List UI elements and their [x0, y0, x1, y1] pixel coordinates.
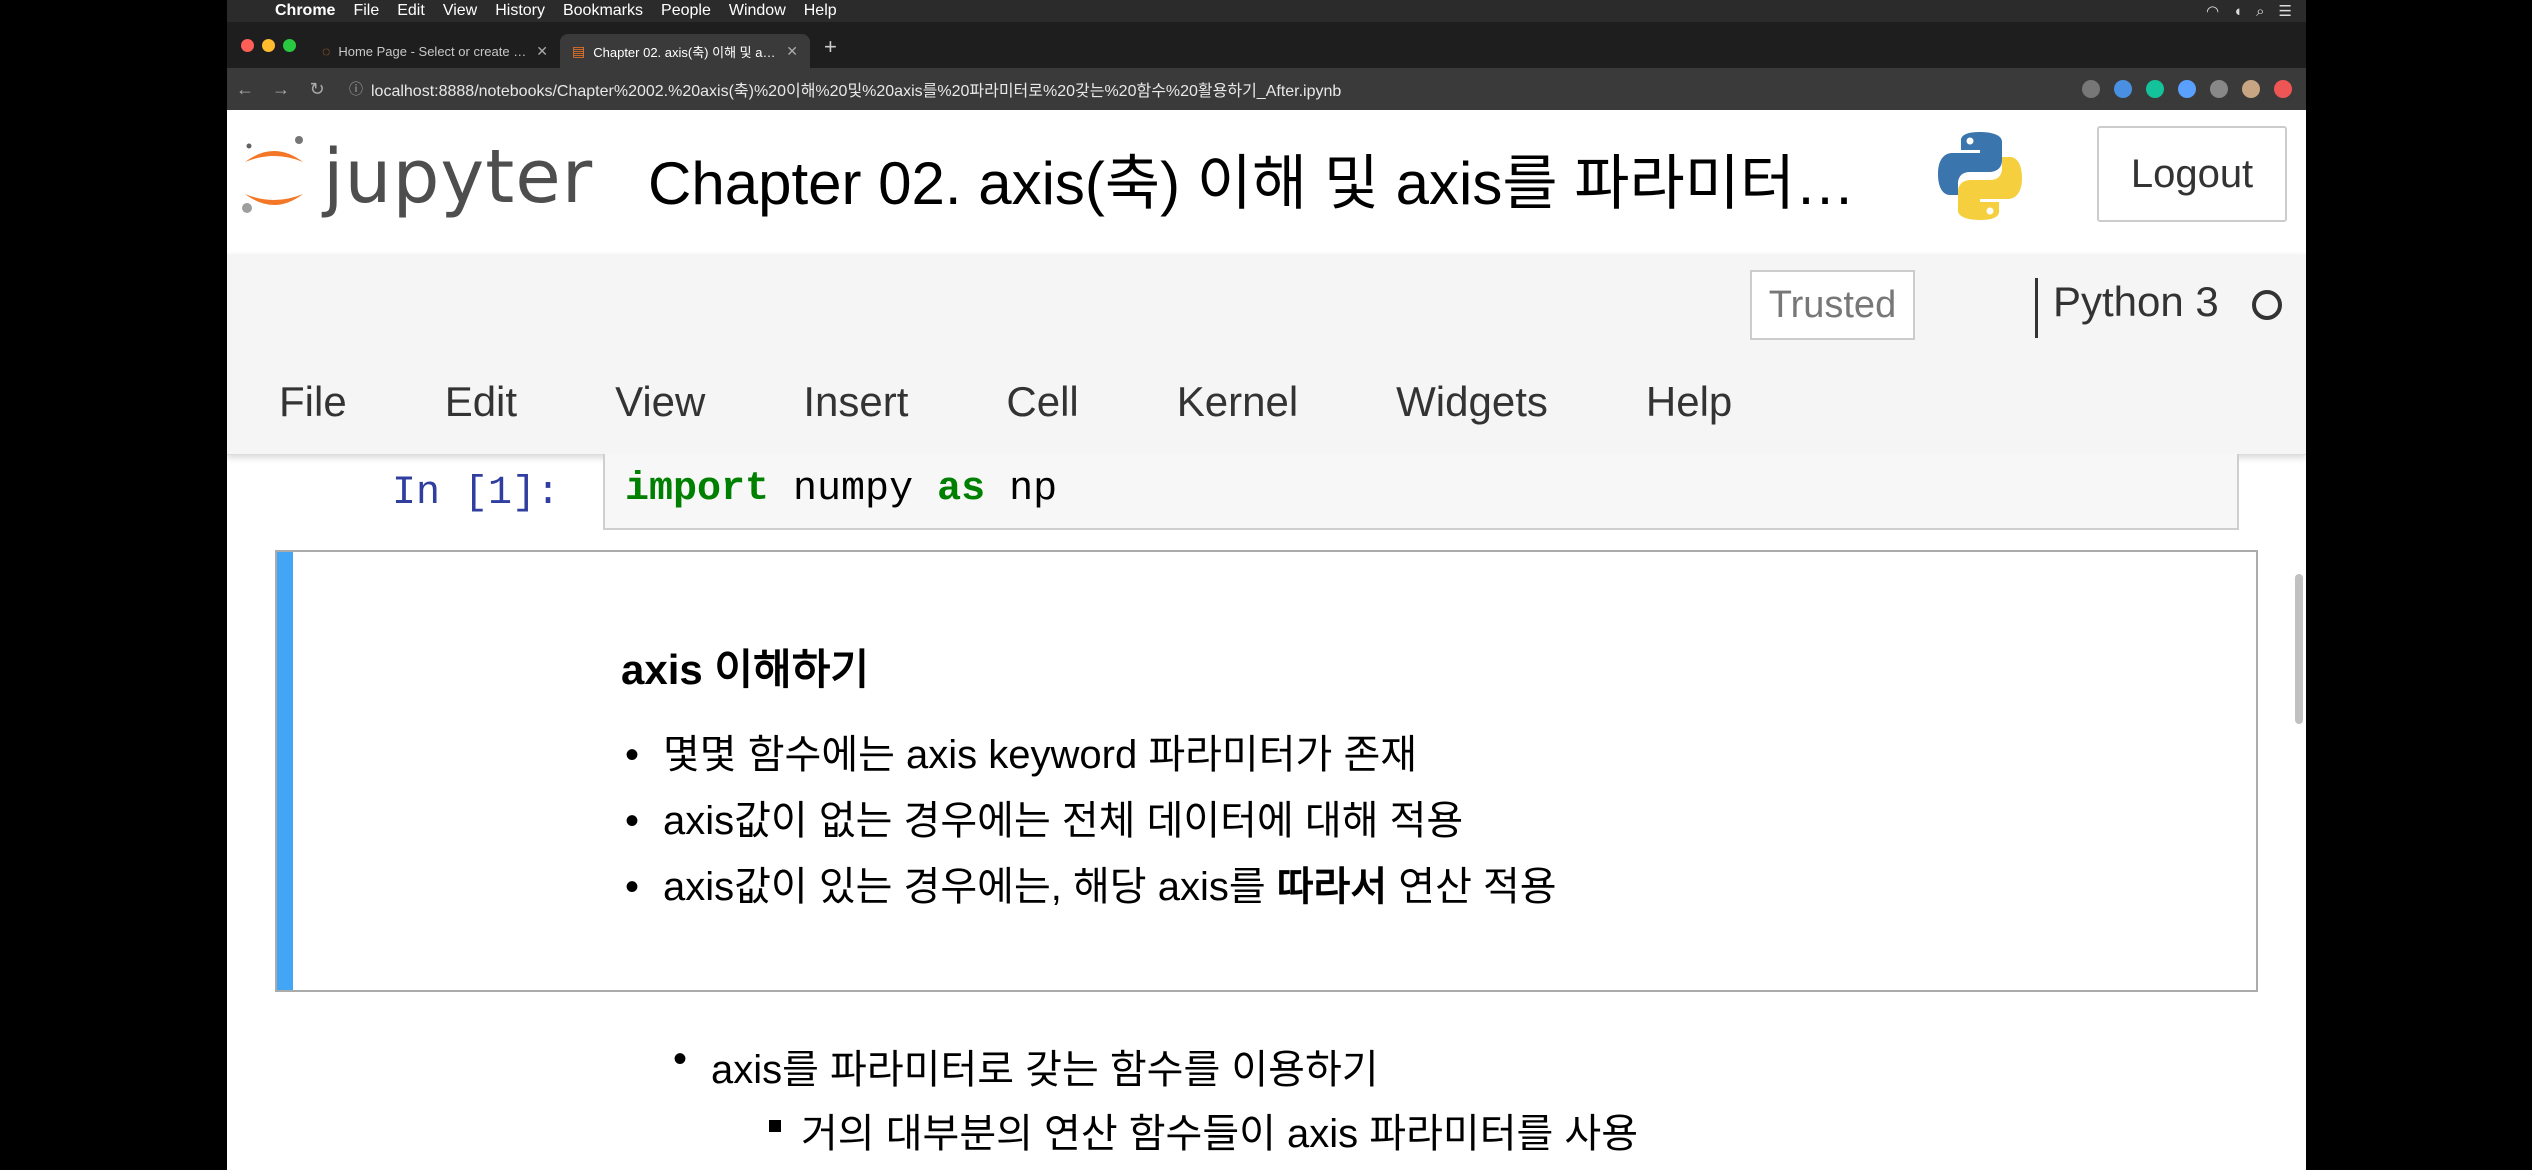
reload-icon[interactable]: ↻	[299, 79, 335, 100]
forward-icon[interactable]: →	[263, 79, 299, 100]
menubar-history[interactable]: History	[495, 2, 545, 20]
window-controls	[227, 39, 310, 68]
kernel-idle-icon	[2252, 290, 2282, 320]
tab-home-page[interactable]: ◌ Home Page - Select or create a noteboo…	[310, 34, 560, 68]
extensions-area	[2082, 80, 2292, 98]
notebook-title[interactable]: Chapter 02. axis(축) 이해 및 axis를 파라미터…	[648, 135, 1855, 222]
code-module: numpy	[793, 467, 914, 512]
minimize-window-icon[interactable]	[262, 39, 275, 52]
list-item-text: axis값이 있는 경우에는, 해당 axis를	[663, 865, 1277, 909]
menu-kernel[interactable]: Kernel	[1177, 378, 1298, 426]
menubar-help[interactable]: Help	[804, 2, 837, 20]
zoom-window-icon[interactable]	[283, 39, 296, 52]
jupyter-page: jupyter Chapter 02. axis(축) 이해 및 axis를 파…	[227, 110, 2306, 1170]
control-center-icon[interactable]: ☰	[2279, 2, 2292, 20]
extension-icon[interactable]	[2178, 80, 2196, 98]
new-tab-icon[interactable]: +	[810, 34, 851, 68]
info-icon[interactable]: ⓘ	[349, 79, 363, 99]
bookmark-star-icon[interactable]	[2114, 80, 2132, 98]
tab-title: Home Page - Select or create a notebook	[338, 43, 528, 59]
notebook-favicon-icon: ▤	[572, 42, 586, 59]
markdown-cell-selected[interactable]: axis 이해하기 몇몇 함수에는 axis keyword 파라미터가 존재 …	[275, 550, 2258, 992]
code-editor[interactable]: import numpy as np	[603, 454, 2239, 530]
menubar-edit[interactable]: Edit	[397, 2, 425, 20]
menu-widgets[interactable]: Widgets	[1396, 378, 1548, 426]
code-cell[interactable]: In [1]: import numpy as np	[227, 454, 2306, 540]
extension-icon[interactable]	[2210, 80, 2228, 98]
menubar-people[interactable]: People	[661, 2, 711, 20]
list-item: axis값이 없는 경우에는 전체 데이터에 대해 적용	[625, 788, 1557, 854]
menu-cell[interactable]: Cell	[1006, 378, 1078, 426]
menu-insert[interactable]: Insert	[803, 378, 908, 426]
close-tab-icon[interactable]: ✕	[536, 43, 548, 60]
menu-help[interactable]: Help	[1646, 378, 1732, 426]
jupyter-logo-icon	[242, 136, 303, 213]
trusted-indicator[interactable]: Trusted	[1750, 270, 1915, 340]
markdown-list: 몇몇 함수에는 axis keyword 파라미터가 존재 axis값이 없는 …	[625, 722, 1557, 920]
list-item: axis를 파라미터로 갖는 함수를 이용하기	[673, 1037, 1379, 1095]
extension-icon[interactable]	[2274, 80, 2292, 98]
menu-view[interactable]: View	[615, 378, 705, 426]
input-prompt: In [1]:	[392, 471, 561, 516]
list-item: 몇몇 함수에는 axis keyword 파라미터가 존재	[625, 722, 1557, 788]
macos-menubar: Chrome File Edit View History Bookmarks …	[227, 0, 2306, 22]
code-alias: np	[1009, 467, 1058, 512]
back-icon[interactable]: ←	[227, 79, 263, 100]
zoom-icon[interactable]	[2082, 80, 2100, 98]
menubar-status-icons: ◠ ◖ ⌕ ☰	[2206, 2, 2292, 21]
markdown-heading: axis 이해하기	[621, 646, 869, 693]
scrollbar-thumb[interactable]	[2295, 574, 2303, 724]
list-item-bold: 따라서	[1276, 865, 1388, 909]
menubar-window[interactable]: Window	[729, 2, 786, 20]
menubar-bookmarks[interactable]: Bookmarks	[563, 2, 643, 20]
tab-title: Chapter 02. axis(축) 이해 및 axis를 파라미터로 갖는 …	[593, 44, 779, 60]
jupyter-logo-text: jupyter	[323, 134, 594, 220]
selection-bar	[277, 552, 293, 990]
avatar[interactable]	[2242, 80, 2260, 98]
logout-button[interactable]: Logout	[2097, 126, 2287, 222]
wifi-icon[interactable]: ◠	[2206, 2, 2219, 20]
url-field[interactable]: localhost:8888/notebooks/Chapter%2002.%2…	[371, 77, 1341, 101]
tab-chapter-02[interactable]: ▤ Chapter 02. axis(축) 이해 및 axis를 파라미터로 갖…	[560, 34, 810, 68]
code-keyword: import	[625, 467, 770, 512]
jupyter-favicon-icon: ◌	[322, 43, 331, 59]
list-item: axis값이 있는 경우에는, 해당 axis를 따라서 연산 적용	[625, 854, 1557, 920]
close-window-icon[interactable]	[241, 39, 254, 52]
kernel-name[interactable]: Python 3	[2053, 278, 2219, 326]
notebook-toolbar: Trusted Python 3 File Edit View Insert C…	[227, 254, 2306, 455]
jupyter-header: jupyter Chapter 02. axis(축) 이해 및 axis를 파…	[227, 110, 2306, 255]
volume-icon[interactable]: ◖	[2233, 3, 2242, 20]
menu-file[interactable]: File	[279, 378, 347, 426]
sub-list-item: 거의 대부분의 연산 함수들이 axis 파라미터를 사용	[768, 1101, 1638, 1159]
list-item-text: 연산 적용	[1387, 865, 1557, 909]
menu-edit[interactable]: Edit	[445, 378, 517, 426]
close-tab-icon[interactable]: ✕	[786, 43, 798, 60]
kernel-divider	[2035, 278, 2038, 338]
extension-icon[interactable]	[2146, 80, 2164, 98]
search-icon[interactable]: ⌕	[2256, 3, 2264, 20]
python-logo-icon	[1938, 132, 2022, 220]
menubar-app-name[interactable]: Chrome	[275, 2, 335, 20]
browser-tabstrip: ◌ Home Page - Select or create a noteboo…	[227, 22, 2306, 68]
code-keyword: as	[937, 467, 986, 512]
jupyter-logo[interactable]: jupyter	[239, 132, 593, 222]
notebook-menu: File Edit View Insert Cell Kernel Widget…	[279, 378, 1830, 426]
menubar-view[interactable]: View	[443, 2, 477, 20]
menubar-file[interactable]: File	[353, 2, 379, 20]
browser-address-bar: ← → ↻ ⓘ localhost:8888/notebooks/Chapter…	[227, 68, 2306, 110]
